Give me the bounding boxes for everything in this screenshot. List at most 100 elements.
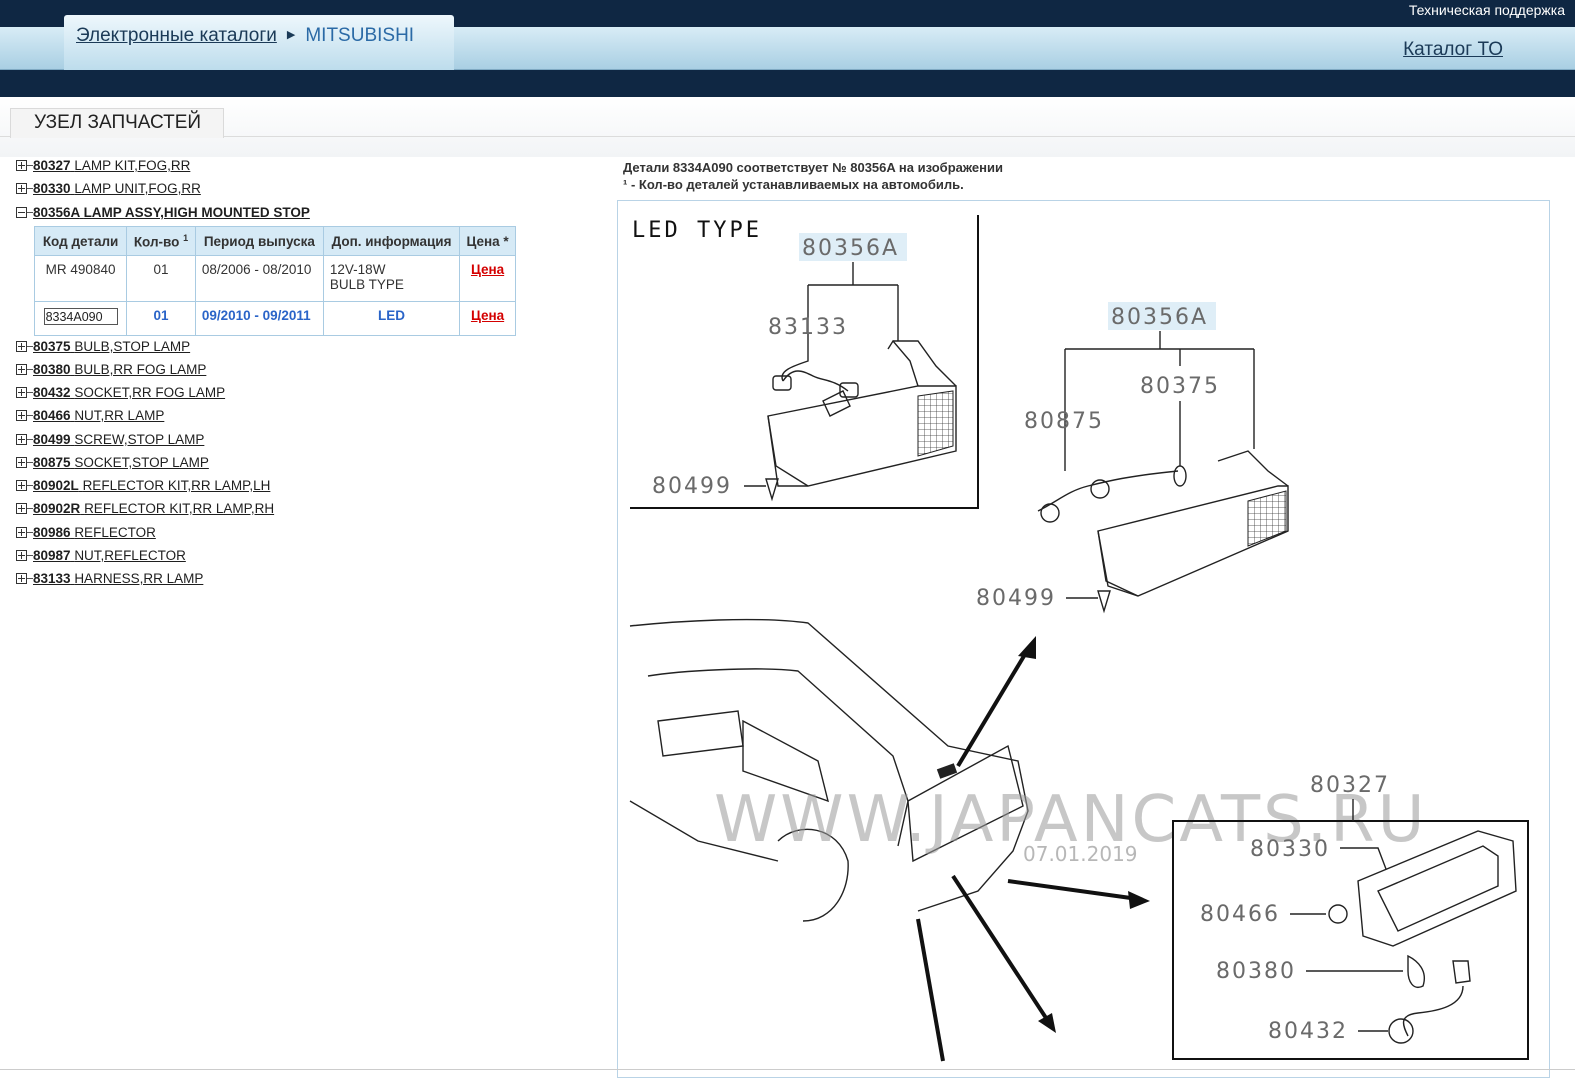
col-code: Код детали [33, 226, 128, 256]
cell-code [33, 301, 128, 336]
section-divider [0, 136, 1575, 137]
tree-link[interactable]: 80466 NUT,RR LAMP [33, 408, 164, 423]
callout-80330[interactable]: 80330 [1250, 837, 1330, 862]
tree-link[interactable]: 80356A LAMP ASSY,HIGH MOUNTED STOP [33, 205, 310, 220]
expand-icon[interactable] [16, 160, 27, 171]
cell-price: Цена [459, 301, 516, 336]
tree-link[interactable]: 80986 REFLECTOR [33, 525, 156, 540]
tree-item-80432[interactable]: 80432 SOCKET,RR FOG LAMP [16, 385, 225, 400]
callout-80356a[interactable]: 80356A [802, 236, 899, 261]
match-info: Детали 8334A090 соответствует № 80356A н… [623, 160, 1003, 175]
expand-icon[interactable] [16, 503, 27, 514]
tree-item-80375[interactable]: 80375 BULB,STOP LAMP [16, 339, 190, 354]
col-period: Период выпуска [194, 226, 324, 256]
price-link[interactable]: Цена [471, 262, 504, 277]
tree-item-80986[interactable]: 80986 REFLECTOR [16, 525, 156, 540]
tree-item-80499[interactable]: 80499 SCREW,STOP LAMP [16, 432, 204, 447]
tree-item-80875[interactable]: 80875 SOCKET,STOP LAMP [16, 455, 209, 470]
callout-80466[interactable]: 80466 [1200, 902, 1280, 927]
callout-80356a[interactable]: 80356A [1111, 305, 1208, 330]
callout-80375[interactable]: 80375 [1140, 374, 1220, 399]
tree-item-80902l[interactable]: 80902L REFLECTOR KIT,RR LAMP,LH [16, 478, 270, 493]
expand-icon[interactable] [16, 410, 27, 421]
expand-icon[interactable] [16, 550, 27, 561]
cell-price: Цена [459, 255, 516, 302]
callout-80327[interactable]: 80327 [1310, 773, 1390, 798]
tree-link[interactable]: 80987 NUT,REFLECTOR [33, 548, 186, 563]
led-lamp-drawing [767, 339, 957, 487]
tree-link[interactable]: 80902R REFLECTOR KIT,RR LAMP,RH [33, 501, 274, 516]
callout-80380[interactable]: 80380 [1216, 959, 1296, 984]
diagram-svg: LED TYPE 80356A 83133 80499 80356A 80375… [629, 215, 1529, 1062]
expand-icon[interactable] [16, 364, 27, 375]
cell-info: LED [322, 301, 461, 336]
cell-qty: 01 [126, 255, 196, 302]
bottom-divider [0, 1069, 1575, 1070]
tree-item-80466[interactable]: 80466 NUT,RR LAMP [16, 408, 164, 423]
callout-83133[interactable]: 83133 [768, 315, 848, 340]
table-header-row: Код детали Кол-во 1 Период выпуска Доп. … [33, 226, 516, 256]
expand-icon[interactable] [16, 183, 27, 194]
expand-icon[interactable] [16, 527, 27, 538]
support-link[interactable]: Техническая поддержка [1409, 2, 1565, 18]
collapse-icon[interactable] [16, 207, 27, 218]
tree-link[interactable]: 80380 BULB,RR FOG LAMP [33, 362, 206, 377]
tree-link[interactable]: 80875 SOCKET,STOP LAMP [33, 455, 209, 470]
section-band [0, 97, 1575, 157]
callout-80432[interactable]: 80432 [1268, 1019, 1348, 1044]
bulb-lamp-drawing [1037, 450, 1289, 597]
col-price: Цена * [459, 226, 516, 256]
leader-line [781, 341, 809, 382]
breadcrumb-arrow-icon: ▶ [286, 29, 296, 41]
table-row[interactable]: MR 490840 01 08/2006 - 08/2010 12V-18W BU… [33, 255, 516, 302]
watermark-date: 07.01.2019 [1023, 842, 1138, 866]
expand-icon[interactable] [16, 341, 27, 352]
callout-80499[interactable]: 80499 [652, 474, 732, 499]
expand-icon[interactable] [16, 573, 27, 584]
price-link[interactable]: Цена [471, 308, 504, 323]
parts-table: Код детали Кол-во 1 Период выпуска Доп. … [33, 226, 516, 336]
tree-item-83133[interactable]: 83133 HARNESS,RR LAMP [16, 571, 203, 586]
expand-icon[interactable] [16, 457, 27, 468]
breadcrumb-catalogs[interactable]: Электронные каталоги [76, 25, 277, 46]
col-info: Доп. информация [322, 226, 461, 256]
tree-link[interactable]: 80499 SCREW,STOP LAMP [33, 432, 204, 447]
breadcrumb-mitsubishi[interactable]: MITSUBISHI [305, 25, 414, 46]
expand-icon[interactable] [16, 387, 27, 398]
callout-80875[interactable]: 80875 [1024, 409, 1104, 434]
callout-80499[interactable]: 80499 [976, 586, 1056, 611]
table-row-selected[interactable]: 01 09/2010 - 09/2011 LED Цена [33, 301, 516, 336]
tree-link[interactable]: 80432 SOCKET,RR FOG LAMP [33, 385, 225, 400]
screw-icon [1097, 590, 1111, 614]
qty-footnote: ¹ - Кол-во деталей устанавливаемых на ав… [623, 177, 964, 192]
tree-item-80327[interactable]: 80327 LAMP KIT,FOG,RR [16, 158, 190, 173]
expand-icon[interactable] [16, 434, 27, 445]
catalog-to-link[interactable]: Каталог ТО [1403, 39, 1503, 61]
tree-link[interactable]: 80902L REFLECTOR KIT,RR LAMP,LH [33, 478, 270, 493]
breadcrumb: Электронные каталоги ▶ MITSUBISHI [76, 25, 414, 47]
tree-link[interactable]: 80375 BULB,STOP LAMP [33, 339, 190, 354]
col-qty: Кол-во 1 [126, 226, 196, 256]
led-type-label: LED TYPE [632, 218, 762, 243]
cell-period: 09/2010 - 09/2011 [194, 301, 324, 336]
cell-info: 12V-18W BULB TYPE [322, 255, 461, 302]
fog-lamp-drawing [1328, 830, 1517, 1044]
parts-diagram: LED TYPE 80356A 83133 80499 80356A 80375… [617, 200, 1550, 1078]
screw-icon [765, 478, 779, 502]
tree-item-80356a[interactable]: 80356A LAMP ASSY,HIGH MOUNTED STOP [16, 205, 310, 220]
tree-item-80330[interactable]: 80330 LAMP UNIT,FOG,RR [16, 181, 201, 196]
tree-link[interactable]: 80330 LAMP UNIT,FOG,RR [33, 181, 201, 196]
cell-qty: 01 [126, 301, 196, 336]
cell-period: 08/2006 - 08/2010 [194, 255, 324, 302]
tree-link[interactable]: 80327 LAMP KIT,FOG,RR [33, 158, 190, 173]
tree-link[interactable]: 83133 HARNESS,RR LAMP [33, 571, 203, 586]
tree-item-80987[interactable]: 80987 NUT,REFLECTOR [16, 548, 186, 563]
leader-line [1064, 331, 1255, 471]
part-code-field[interactable] [43, 308, 118, 325]
tree-item-80380[interactable]: 80380 BULB,RR FOG LAMP [16, 362, 206, 377]
section-title: УЗЕЛ ЗАПЧАСТЕЙ [34, 112, 202, 133]
tree-item-80902r[interactable]: 80902R REFLECTOR KIT,RR LAMP,RH [16, 501, 274, 516]
nav-bar [0, 70, 1575, 97]
expand-icon[interactable] [16, 480, 27, 491]
vehicle-drawing [629, 618, 1029, 922]
